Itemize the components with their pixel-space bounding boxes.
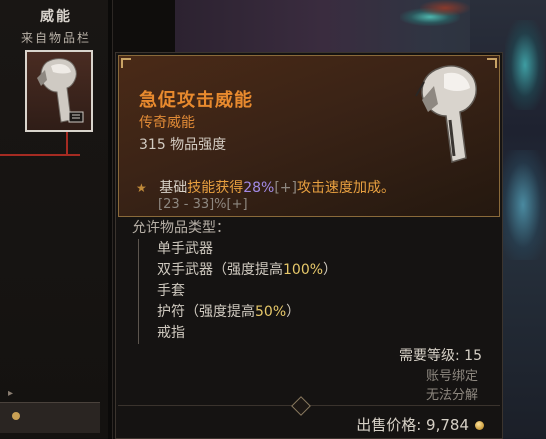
inventory-panel: 威能 来自物品栏 ▸ — [0, 0, 113, 439]
slot-title: 威能 — [40, 9, 72, 25]
list-item: 戒指 — [157, 325, 185, 341]
star-icon: ★ — [136, 181, 147, 195]
background-glow — [505, 20, 545, 110]
affix-skill-text: 技能获得 — [187, 180, 244, 196]
axe-aspect-icon — [37, 58, 84, 123]
background-glow — [420, 0, 470, 16]
allowed-types-list: 单手武器 双手武器（强度提高100%） 手套 护符（强度提高50%） 戒指 — [138, 239, 337, 344]
frame-corner — [121, 58, 131, 68]
account-bound: 账号绑定 — [425, 369, 478, 384]
required-level: 需要等级: 15 — [399, 348, 482, 364]
allowed-types-label: 允许物品类型： — [132, 220, 230, 236]
list-item: 双手武器（强度提高100%） — [157, 262, 338, 278]
list-item: 手套 — [157, 283, 185, 299]
axe-aspect-icon — [415, 65, 477, 163]
aspect-slot[interactable] — [25, 50, 93, 132]
sell-price-label: 出售价格: — [356, 416, 422, 434]
affix-effect: 攻击速度加成。 — [297, 180, 395, 196]
item-power: 315 物品强度 — [139, 137, 227, 153]
gold-coin-icon — [12, 412, 20, 420]
affix-range: [23 - 33]%[+] — [158, 197, 248, 212]
item-tooltip: 急促攻击威能 传奇威能 315 物品强度 ★ 基础技能获得28%[+]攻击速度加… — [115, 52, 503, 439]
panel-marker: ▸ — [8, 388, 14, 399]
link-line — [66, 132, 68, 156]
panel-divider — [108, 0, 113, 439]
unsalvageable: 无法分解 — [425, 388, 478, 403]
slot-subtitle: 来自物品栏 — [20, 31, 91, 45]
affix-prefix: 基础 — [159, 180, 188, 196]
gold-coin-icon — [475, 421, 484, 430]
list-item: 护符（强度提高50%） — [157, 304, 301, 320]
sell-price-value: 9,784 — [426, 416, 469, 434]
affix-line: ★ 基础技能获得28%[+]攻击速度加成。 — [136, 177, 395, 197]
affix-value: 28% — [243, 180, 275, 196]
list-item: 单手武器 — [157, 241, 213, 257]
link-line — [0, 154, 80, 156]
item-name: 急促攻击威能 — [139, 90, 253, 111]
affix-bracket: [+] — [274, 180, 297, 196]
sell-price: 出售价格: 9,784 — [356, 414, 484, 435]
item-rarity: 传奇威能 — [139, 115, 195, 131]
divider-ornament — [291, 396, 311, 416]
background-glow — [500, 150, 546, 260]
